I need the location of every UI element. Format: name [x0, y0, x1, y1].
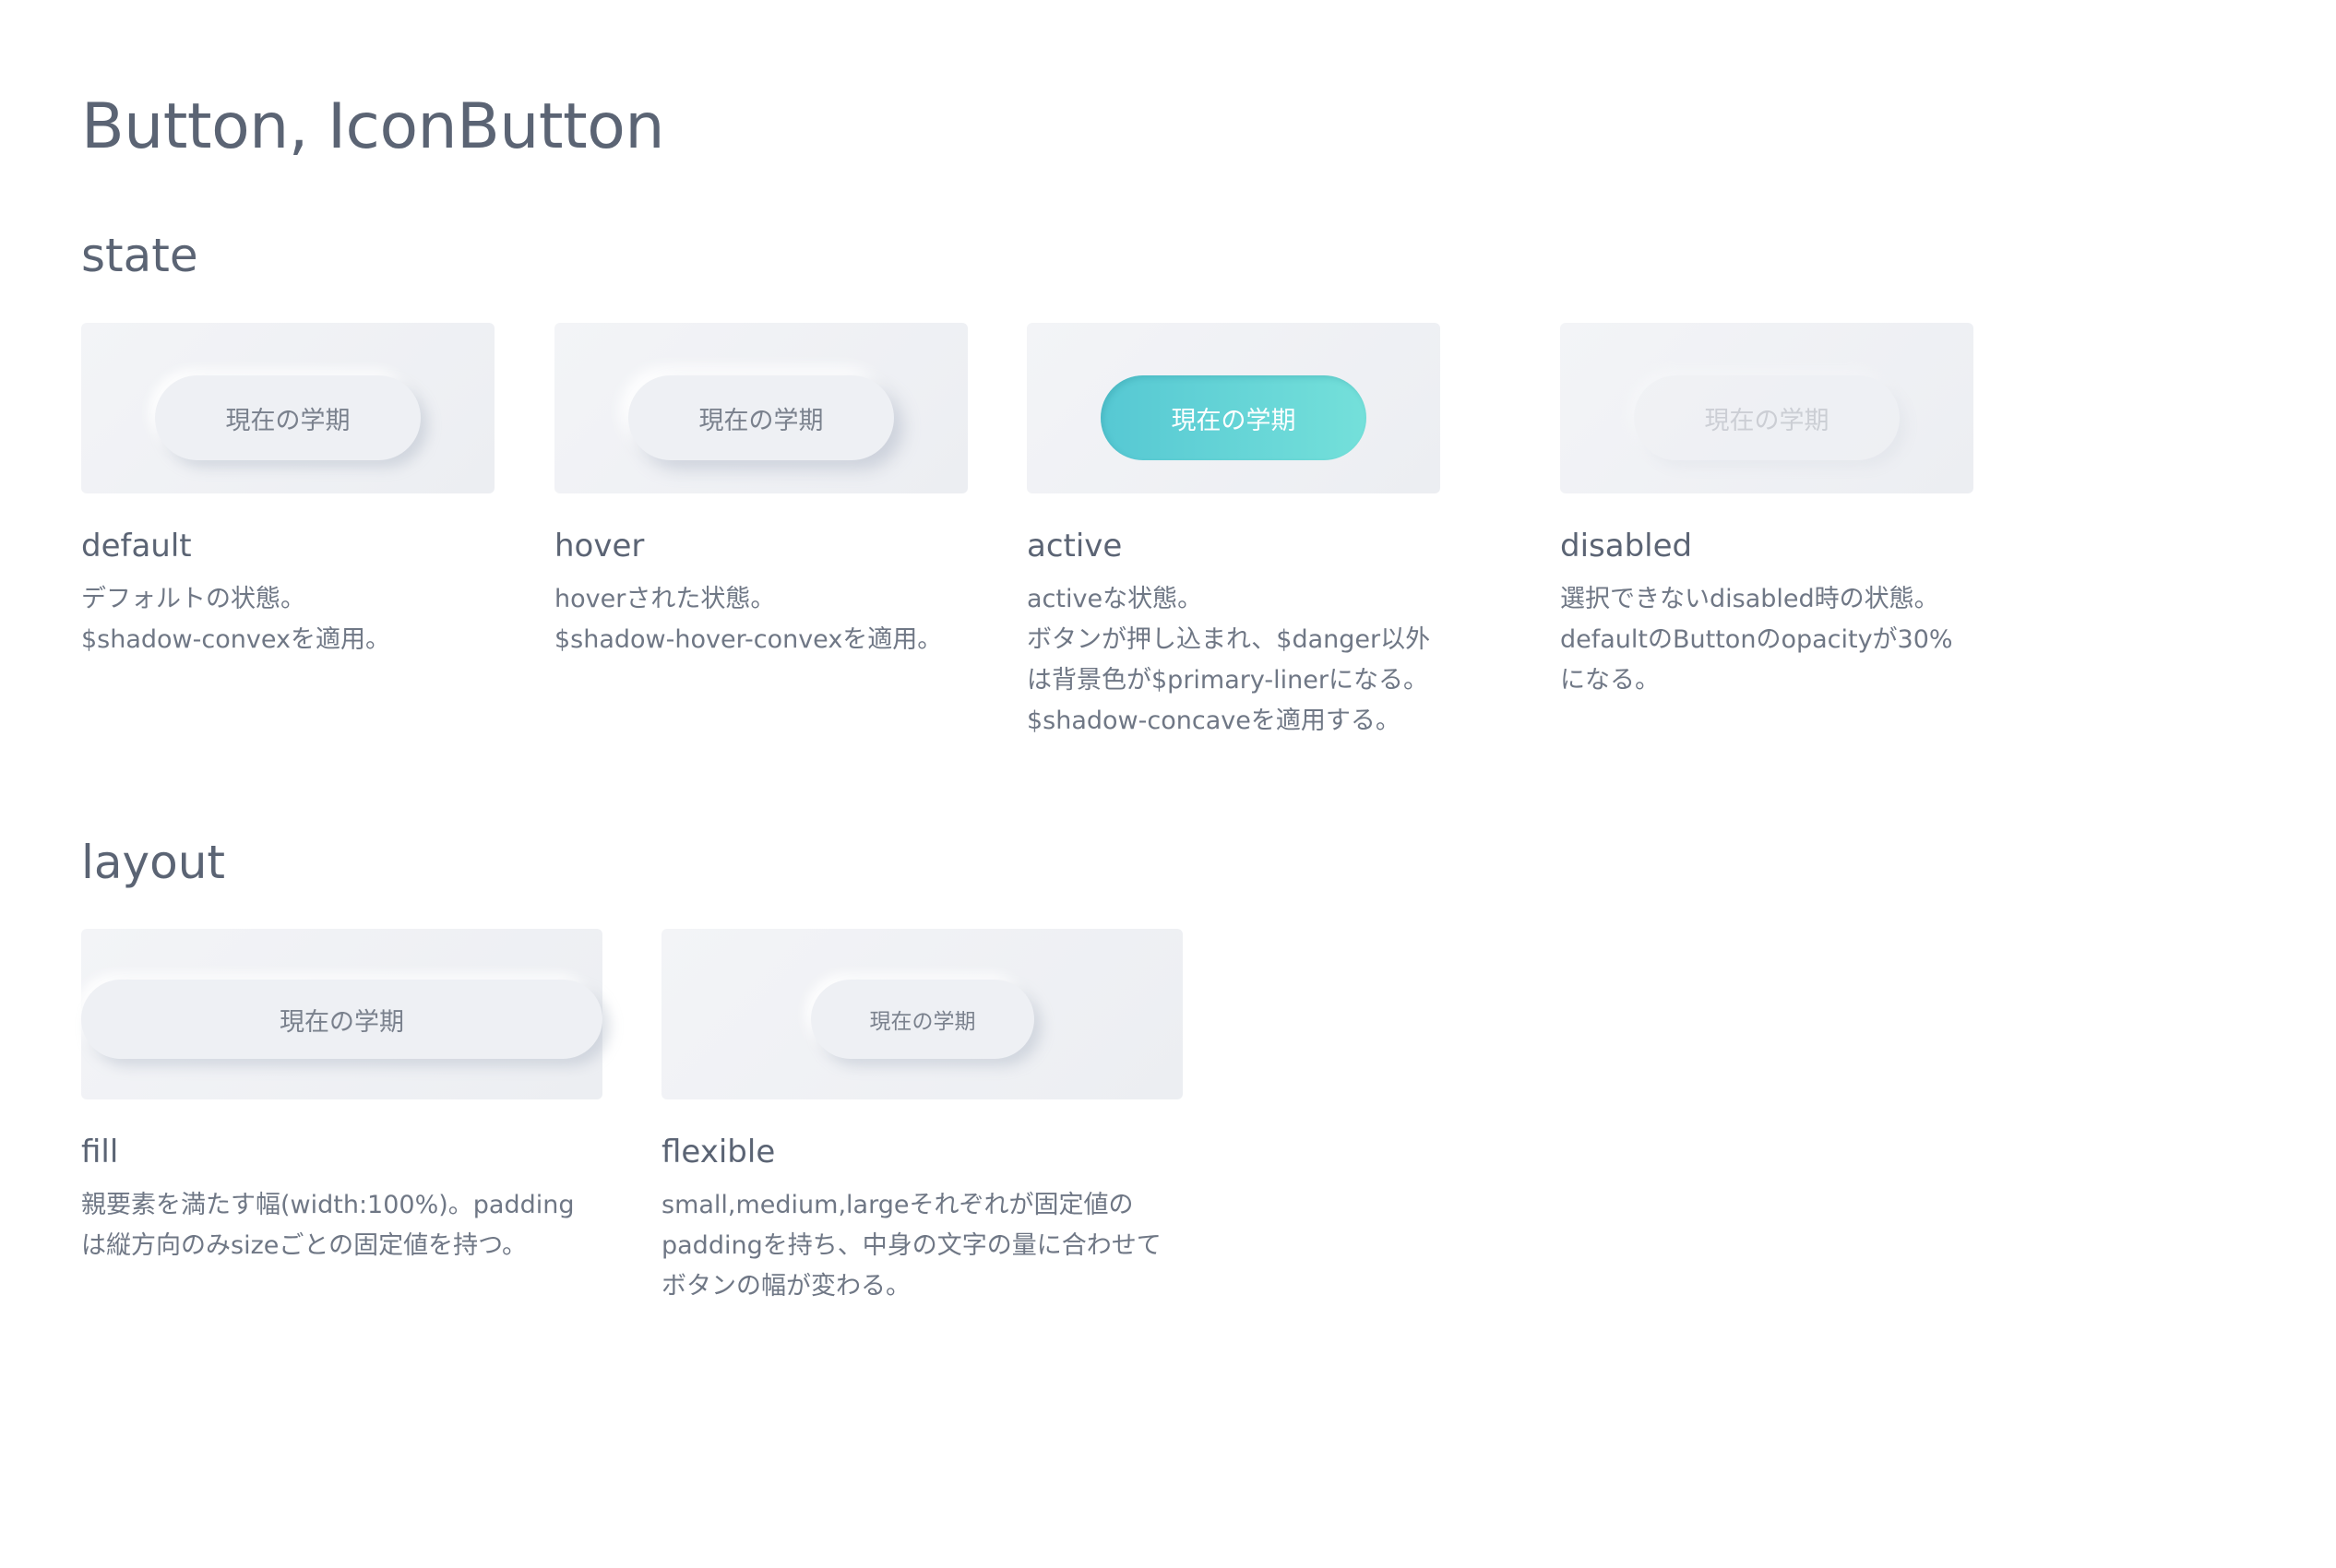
preview-panel: 現在の学期 [554, 323, 968, 493]
card-title: flexible [661, 1134, 776, 1170]
preview-panel: 現在の学期 [661, 929, 1183, 1099]
flexible-layout-button[interactable]: 現在の学期 [811, 980, 1034, 1059]
card-title: hover [554, 528, 645, 564]
disabled-state-button: 現在の学期 [1634, 375, 1900, 460]
card-description: activeな状態。 ボタンが押し込まれ、$danger以外 は背景色が$pri… [1027, 585, 1431, 735]
preview-panel: 現在の学期 [81, 323, 495, 493]
hover-state-button[interactable]: 現在の学期 [628, 375, 894, 460]
page-title: Button, IconButton [81, 90, 664, 163]
card-title: disabled [1560, 528, 1693, 564]
card-title: active [1027, 528, 1123, 564]
default-state-button[interactable]: 現在の学期 [155, 375, 421, 460]
active-state-button[interactable]: 現在の学期 [1101, 375, 1366, 460]
preview-panel: 現在の学期 [1560, 323, 1973, 493]
card-description: 親要素を満たす幅(width:100%)。padding は縦方向のみsizeご… [81, 1191, 575, 1260]
card-description: small,medium,largeそれぞれが固定値の paddingを持ち、中… [661, 1191, 1162, 1301]
card-description: デフォルトの状態。 $shadow-convexを適用。 [81, 585, 390, 654]
card-title: default [81, 528, 192, 564]
card-title: fill [81, 1134, 119, 1170]
fill-layout-button[interactable]: 現在の学期 [81, 980, 602, 1059]
section-title-state: state [81, 229, 198, 282]
section-title-layout: layout [81, 836, 226, 889]
card-description: hoverされた状態。 $shadow-hover-convexを適用。 [554, 585, 943, 654]
preview-panel: 現在の学期 [81, 929, 602, 1099]
preview-panel: 現在の学期 [1027, 323, 1440, 493]
card-description: 選択できないdisabled時の状態。 defaultのButtonのopaci… [1560, 585, 1953, 695]
